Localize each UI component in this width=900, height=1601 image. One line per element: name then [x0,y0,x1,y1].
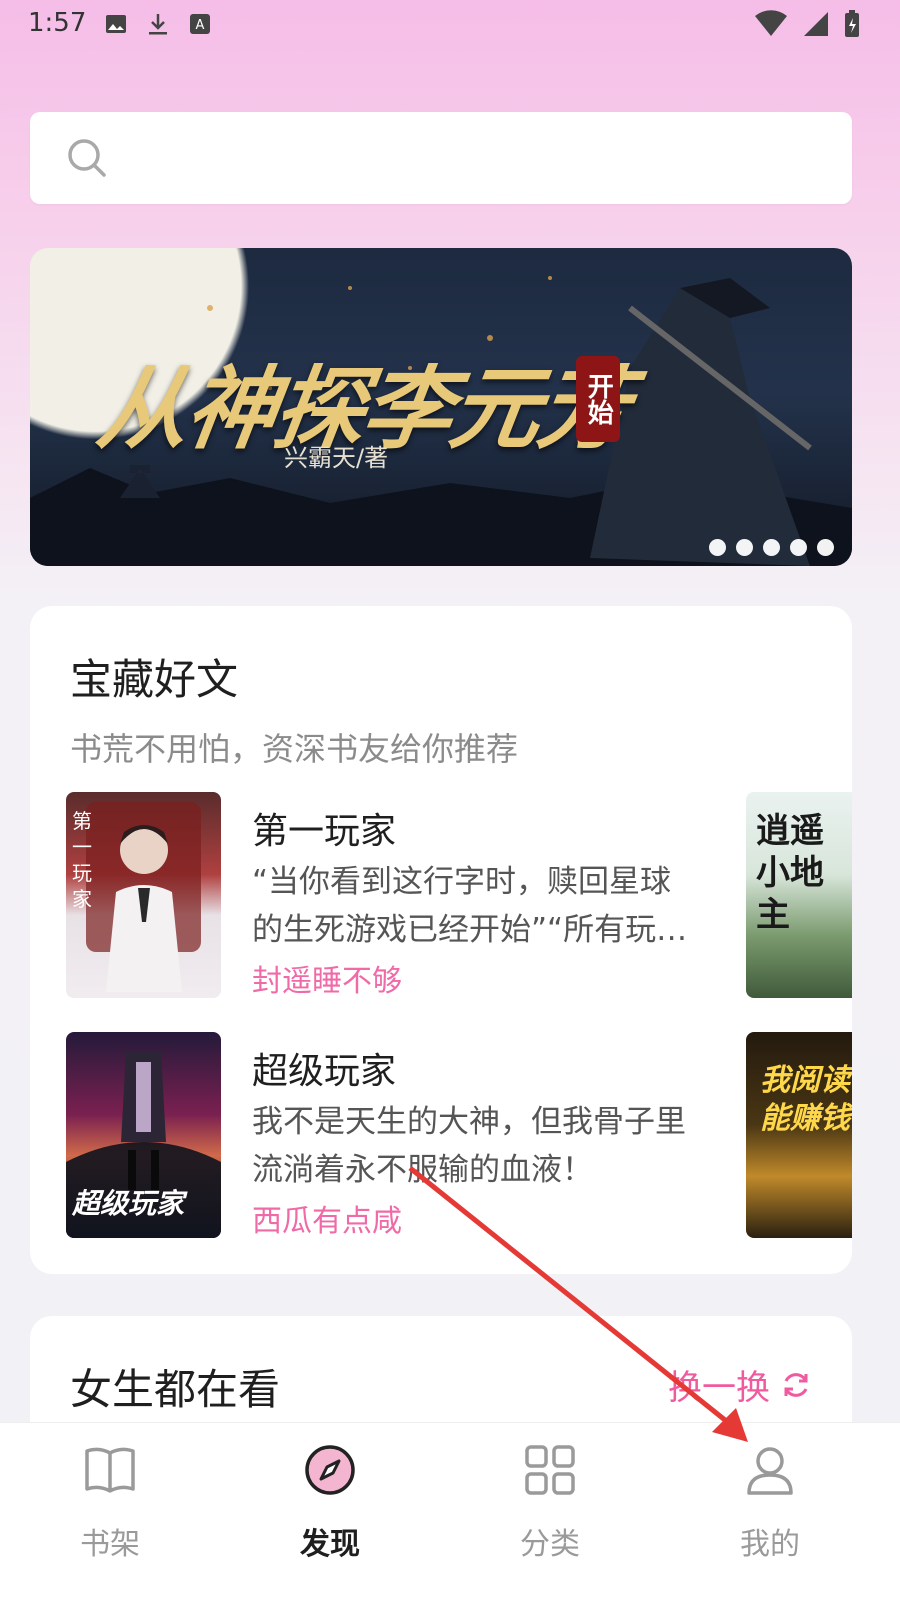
book-cover[interactable]: 超级玩家 [66,1032,221,1238]
refresh-label: 换一换 [668,1368,770,1408]
book-cover-label: 超级玩家 [72,1187,185,1220]
book-cover-side[interactable]: 我阅读能赚钱 [746,1032,852,1238]
tab-profile[interactable]: 我的 [700,1441,840,1563]
status-bar: 1:57 A [0,0,900,48]
treasure-section: 宝藏好文 书荒不用怕，资深书友给你推荐 第一玩家 第一玩家 “当你看到这行字时，… [30,606,852,1274]
tab-label: 我的 [740,1527,800,1562]
download-icon [149,14,167,35]
book-title: 超级玩家 [252,1051,397,1092]
pagination-dot[interactable] [736,539,753,556]
section-title: 宝藏好文 [70,655,239,704]
banner-seal: 开始 [576,356,620,442]
book-cover[interactable]: 第一玩家 [66,792,221,998]
refresh-button[interactable]: 换一换 [668,1360,812,1409]
side-cover-title: 逍遥小地主 [756,811,824,935]
book-item[interactable]: 第一玩家 第一玩家 “当你看到这行字时，赎回星球的生死游戏已经开始”“所有玩… … [66,792,826,1000]
search-input[interactable] [30,112,852,204]
font-icon: A [190,14,210,34]
promo-banner[interactable]: 从神探李元芳 开始 兴霸天/著 [30,248,852,566]
image-icon [106,15,126,33]
tab-bookshelf[interactable]: 书架 [40,1441,180,1563]
book-item[interactable]: 超级玩家 超级玩家 我不是天生的大神，但我骨子里流淌着永不服输的血液！ 西瓜有点… [66,1032,826,1240]
bottom-tab-bar: 书架 发现 分类 我的 [0,1422,900,1601]
wifi-icon [755,10,787,36]
book-description: 我不是天生的大神，但我骨子里流淌着永不服输的血液！ [252,1104,686,1188]
book-author[interactable]: 封遥睡不够 [252,956,402,1000]
tab-label: 书架 [80,1527,140,1562]
section-title: 女生都在看 [70,1365,281,1414]
refresh-icon [784,1372,808,1397]
status-time: 1:57 [28,8,87,38]
tab-discover[interactable]: 发现 [260,1441,400,1563]
book-icon [85,1447,135,1493]
tab-category[interactable]: 分类 [480,1441,620,1563]
book-description: “当你看到这行字时，赎回星球的生死游戏已经开始”“所有玩… [252,864,688,948]
svg-text:A: A [196,18,205,33]
grid-icon [525,1445,575,1495]
pagination-dot[interactable] [709,539,726,556]
banner-pagination [709,539,834,556]
tab-label: 分类 [520,1527,580,1562]
book-cover-side[interactable]: 逍遥小地主 [746,792,852,998]
user-icon [747,1447,793,1495]
tab-label: 发现 [300,1527,360,1562]
book-title: 第一玩家 [252,811,397,852]
banner-author: 兴霸天/著 [284,444,389,472]
compass-icon [305,1445,355,1495]
pagination-dot[interactable] [790,539,807,556]
battery-icon [845,10,859,37]
search-icon[interactable] [66,137,108,179]
book-author[interactable]: 西瓜有点咸 [252,1196,402,1240]
side-cover-title: 我阅读能赚钱 [760,1063,850,1136]
banner-seal-text: 开始 [583,373,614,425]
pagination-dot[interactable] [763,539,780,556]
section-subtitle: 书荒不用怕，资深书友给你推荐 [70,730,519,768]
pagination-dot[interactable] [817,539,834,556]
book-cover-label: 第一玩家 [72,809,92,911]
signal-icon [804,12,828,36]
